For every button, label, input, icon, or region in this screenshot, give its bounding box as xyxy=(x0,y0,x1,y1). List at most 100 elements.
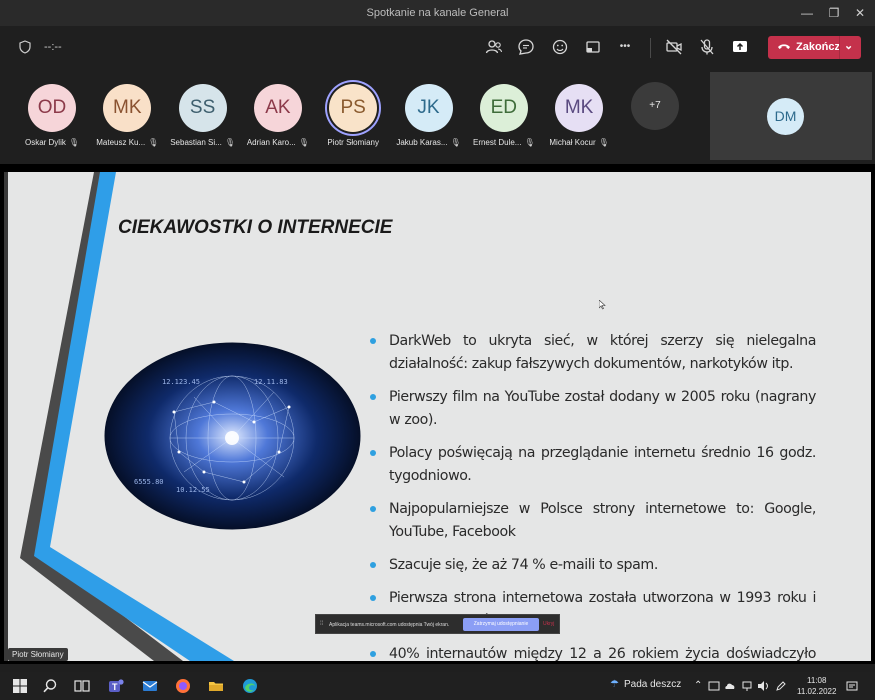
minimize-button[interactable]: — xyxy=(799,5,815,21)
participant-avatar[interactable]: AK xyxy=(253,84,302,132)
globe-text-1: 12.11.83 xyxy=(254,378,288,386)
leave-divider xyxy=(839,36,840,59)
left-edge xyxy=(4,172,8,661)
participant-name: Mateusz Ku... 🎙︎ xyxy=(84,138,170,147)
pen-icon[interactable] xyxy=(775,680,787,692)
weather-text: Pada deszcz xyxy=(623,679,682,690)
svg-text:T: T xyxy=(112,682,118,692)
participant-name: Piotr Słomiany xyxy=(310,138,396,147)
participant-name-text: Mateusz Ku... xyxy=(96,138,146,147)
muted-mic-icon: 🎙︎ xyxy=(148,138,159,147)
participant-name: Sebastian Si... 🎙︎ xyxy=(160,138,246,147)
mouse-cursor-icon xyxy=(599,300,606,310)
meeting-toolbar: --:-- ••• Zakończ ⌄ xyxy=(0,26,875,68)
self-video-tile[interactable]: DM xyxy=(710,72,872,160)
sharing-notice-text: Aplikacja teams.microsoft.com udostępnia… xyxy=(329,622,450,628)
participants-strip: OD Oskar Dylik 🎙︎ MK Mateusz Ku... 🎙︎ SS Sebast… xyxy=(0,68,875,164)
toolbar-divider xyxy=(650,38,651,58)
slide-bullet: Pierwszy film na YouTube został dodany w… xyxy=(370,386,816,432)
firefox-app-icon[interactable] xyxy=(174,677,192,695)
network-globe-image: 12.11.83 6555.80 10.12.55 12.123.45 xyxy=(104,342,361,530)
reactions-icon[interactable] xyxy=(551,38,569,56)
participant-name: Oskar Dylik 🎙︎ xyxy=(9,138,95,147)
participant-name-text: Michał Kocur xyxy=(549,138,596,147)
muted-mic-icon: 🎙︎ xyxy=(598,138,609,147)
leave-options-chevron-icon[interactable]: ⌄ xyxy=(844,39,853,52)
slide-title: CIEKAWOSTKI O INTERNECIE xyxy=(118,217,393,238)
network-icon[interactable] xyxy=(741,680,753,692)
muted-mic-icon: 🎙︎ xyxy=(524,138,535,147)
participant-avatar[interactable]: ED xyxy=(479,84,528,132)
hang-up-icon xyxy=(778,44,790,49)
participant-name: Michał Kocur 🎙︎ xyxy=(536,138,622,147)
presenter-name-label: Piotr Słomiany xyxy=(8,648,68,661)
windows-start-icon[interactable] xyxy=(11,677,29,695)
umbrella-icon: ☂ xyxy=(610,679,619,690)
participant-avatar[interactable]: PS xyxy=(329,84,378,132)
participant-name: Adrian Karo... 🎙︎ xyxy=(235,138,321,147)
globe-text-4: 12.123.45 xyxy=(162,378,200,386)
slide-bullet-list: DarkWeb to ukryta sieć, w której szerzy … xyxy=(370,330,816,661)
weather-widget[interactable]: ☂ Pada deszcz xyxy=(610,679,681,690)
participant-avatar[interactable]: MK xyxy=(555,84,604,132)
clock-time: 11:08 xyxy=(807,676,827,685)
tray-app-icon[interactable] xyxy=(708,680,720,692)
people-icon[interactable] xyxy=(485,38,503,56)
slide-bullet: DarkWeb to ukryta sieć, w której szerzy … xyxy=(370,330,816,376)
participant-avatar[interactable]: OD xyxy=(28,84,76,132)
hide-link[interactable]: Ukryj xyxy=(543,621,554,627)
participant-avatar[interactable]: SS xyxy=(178,84,227,132)
muted-mic-icon: 🎙︎ xyxy=(450,138,461,147)
slide-bullet: Szacuje się, że aż 74 % e-maili to spam. xyxy=(370,554,816,577)
close-button[interactable]: ✕ xyxy=(852,5,868,21)
globe-text-3: 10.12.55 xyxy=(176,486,210,494)
volume-icon[interactable] xyxy=(757,680,769,692)
muted-mic-icon: 🎙︎ xyxy=(224,138,235,147)
chat-icon[interactable] xyxy=(517,38,535,56)
participant-name-text: Piotr Słomiany xyxy=(327,138,379,147)
leave-button[interactable]: Zakończ ⌄ xyxy=(768,36,861,59)
window-title: Spotkanie na kanale General xyxy=(366,7,509,19)
participant-name: Ernest Dule... 🎙︎ xyxy=(461,138,547,147)
onedrive-icon[interactable] xyxy=(724,680,736,692)
taskbar-clock[interactable]: 11:08 11.02.2022 xyxy=(797,675,836,697)
screen-sharing-bar: ⁞⁞ Aplikacja teams.microsoft.com udostęp… xyxy=(315,614,560,634)
window-titlebar: Spotkanie na kanale General — ❐ ✕ xyxy=(0,0,875,26)
maximize-button[interactable]: ❐ xyxy=(826,5,842,21)
tray-overflow-chevron-icon[interactable]: ⌃ xyxy=(694,680,702,691)
slide-bullet: Polacy poświęcają na przeglądanie intern… xyxy=(370,442,816,488)
muted-mic-icon: 🎙︎ xyxy=(298,138,309,147)
participant-name: Jakub Karas... 🎙︎ xyxy=(386,138,472,147)
file-explorer-icon[interactable] xyxy=(207,677,225,695)
edge-app-icon[interactable] xyxy=(241,677,259,695)
more-participants-button[interactable]: +7 xyxy=(631,82,679,130)
task-view-icon[interactable] xyxy=(73,677,91,695)
leave-label: Zakończ xyxy=(796,41,841,53)
windows-taskbar: T ☂ Pada deszcz ⌃ 11:08 11.02.2022 xyxy=(0,672,875,700)
search-icon[interactable] xyxy=(41,677,59,695)
participant-name-text: Oskar Dylik xyxy=(24,138,66,147)
share-screen-icon[interactable] xyxy=(731,38,749,56)
drag-grip-icon[interactable]: ⁞⁞ xyxy=(320,621,323,627)
meeting-timer: --:-- xyxy=(44,41,62,53)
participant-avatar[interactable]: JK xyxy=(404,84,453,132)
participant-name-text: Ernest Dule... xyxy=(472,138,522,147)
globe-text-2: 6555.80 xyxy=(134,478,164,486)
teams-app-icon[interactable]: T xyxy=(107,677,125,695)
clock-date: 11.02.2022 xyxy=(797,687,837,696)
shared-slide: CIEKAWOSTKI O INTERNECIE 12.11.83 6555.8… xyxy=(4,172,871,661)
participant-avatar[interactable]: MK xyxy=(103,84,152,132)
notifications-icon[interactable] xyxy=(846,680,858,692)
share-tray-icon[interactable] xyxy=(584,38,602,56)
mic-off-icon[interactable] xyxy=(698,38,716,56)
stop-sharing-button[interactable]: Zatrzymaj udostępnianie xyxy=(463,618,539,631)
more-options-icon[interactable]: ••• xyxy=(616,38,634,56)
slide-bullet: 40% internautów między 12 a 26 rokiem ży… xyxy=(370,643,816,661)
self-avatar: DM xyxy=(767,98,804,135)
shield-icon xyxy=(19,40,31,54)
slide-bullet: Najpopularniejsze w Polsce strony intern… xyxy=(370,498,816,544)
muted-mic-icon: 🎙︎ xyxy=(68,138,80,147)
participant-name-text: Jakub Karas... xyxy=(396,138,448,147)
camera-off-icon[interactable] xyxy=(665,38,683,56)
mail-app-icon[interactable] xyxy=(141,677,159,695)
